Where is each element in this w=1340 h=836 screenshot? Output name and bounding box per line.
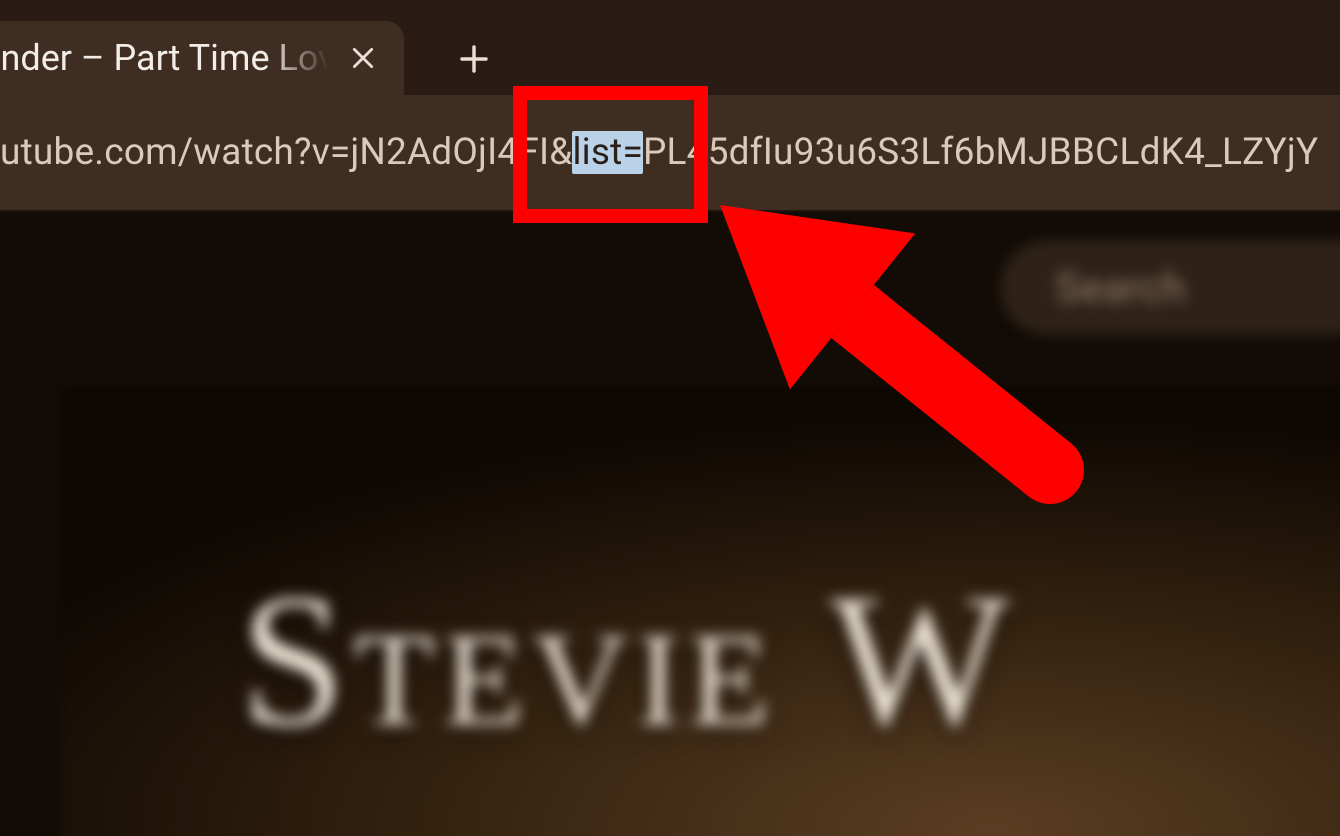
tab-title: onder – Part Time Lov [0,37,336,79]
url-part-after: PL45dfIu93u6S3Lf6bMJBBCLdK4_LZYjY [643,131,1318,174]
new-tab-button[interactable] [452,37,496,81]
page-content: Search Stevie W [0,212,1340,836]
video-overlay-title: Stevie W [240,552,1017,770]
browser-tab-active[interactable]: onder – Part Time Lov [0,21,404,95]
browser-toolbar: utube.com/watch?v=jN2AdOjI4FI&list=PL45d… [0,95,1340,210]
search-placeholder: Search [1055,264,1185,313]
url-part-before: utube.com/watch?v=jN2AdOjI4FI& [0,131,572,174]
search-input[interactable]: Search [1000,240,1340,335]
browser-tabstrip: onder – Part Time Lov [0,0,1340,95]
address-bar[interactable]: utube.com/watch?v=jN2AdOjI4FI&list=PL45d… [0,95,1340,210]
close-tab-icon[interactable] [348,43,378,73]
url-part-selected: list= [572,131,643,174]
